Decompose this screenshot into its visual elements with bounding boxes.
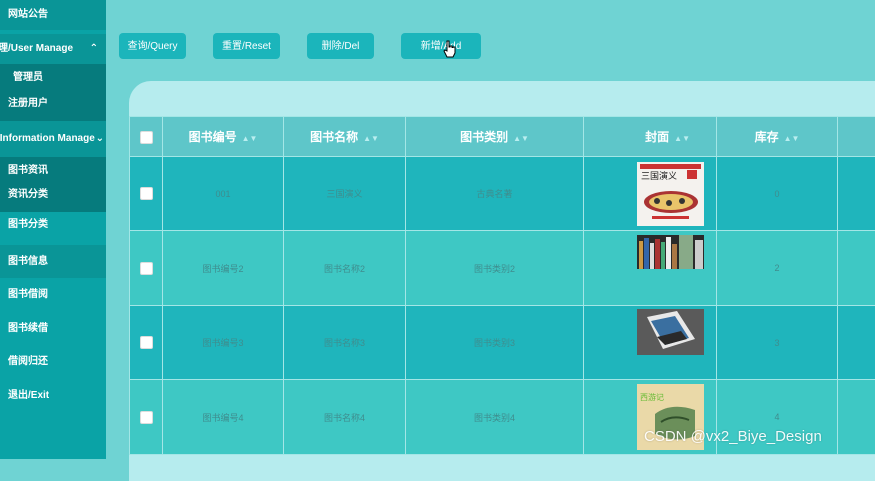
book-cover-title: 三国演义 xyxy=(641,170,677,182)
sidebar-item-logout[interactable]: 退出/Exit xyxy=(0,379,106,413)
stock-cell: 3 xyxy=(717,306,838,380)
row-select-cell xyxy=(130,157,163,231)
category-cell: 图书类别3 xyxy=(406,306,584,380)
header-name[interactable]: 图书名称▲▼ xyxy=(284,117,406,157)
sidebar: 网站公告 管理/User Manage ⌃ 管理员 注册用户 /Informat… xyxy=(0,0,106,459)
code-cell: 图书编号3 xyxy=(163,306,284,380)
sidebar-item-book-news[interactable]: 图书资讯 xyxy=(0,157,106,184)
book-cover-image xyxy=(637,235,704,269)
book-cover-image: 三国演义 xyxy=(637,162,704,226)
row-checkbox[interactable] xyxy=(140,187,153,200)
sort-icon[interactable]: ▲▼ xyxy=(242,134,258,143)
header-cover[interactable]: 封面▲▼ xyxy=(584,117,717,157)
sidebar-item-borrow-return[interactable]: 借阅归还 xyxy=(0,345,106,379)
table-row[interactable]: 图书编号3 图书名称3 图书类别3 3 xyxy=(130,306,875,380)
extra-cell xyxy=(838,306,875,380)
name-cell: 图书名称2 xyxy=(284,231,406,306)
add-button[interactable]: 新增/Add xyxy=(401,33,481,59)
sort-icon[interactable]: ▲▼ xyxy=(784,134,800,143)
sidebar-item-announcement[interactable]: 网站公告 xyxy=(0,0,106,30)
header-select-all xyxy=(130,117,163,157)
code-cell: 图书编号4 xyxy=(163,380,284,455)
table-row[interactable]: 图书编号2 图书名称2 图书类别2 2 xyxy=(130,231,875,306)
table-panel: 图书编号▲▼ 图书名称▲▼ 图书类别▲▼ 封面▲▼ 库存▲▼ 001 三国演义 … xyxy=(129,81,875,481)
row-select-cell xyxy=(130,231,163,306)
extra-cell xyxy=(838,231,875,306)
watermark: CSDN @vx2_Biye_Design xyxy=(644,428,822,445)
chevron-up-icon: ⌃ xyxy=(90,34,98,64)
sidebar-item-book-borrow[interactable]: 图书借阅 xyxy=(0,278,106,312)
table-header-row: 图书编号▲▼ 图书名称▲▼ 图书类别▲▼ 封面▲▼ 库存▲▼ xyxy=(130,117,875,157)
delete-button[interactable]: 删除/Del xyxy=(307,33,374,59)
sort-icon[interactable]: ▲▼ xyxy=(363,134,379,143)
name-cell: 三国演义 xyxy=(284,157,406,231)
sidebar-item-admins[interactable]: 管理员 xyxy=(0,64,106,92)
row-checkbox[interactable] xyxy=(140,411,153,424)
chevron-down-icon: ⌄ xyxy=(96,121,104,157)
book-cover-image xyxy=(637,309,704,355)
header-stock[interactable]: 库存▲▼ xyxy=(717,117,838,157)
sidebar-group-user-manage[interactable]: 管理/User Manage ⌃ xyxy=(0,34,106,64)
hand-cursor-icon xyxy=(443,40,457,58)
header-category[interactable]: 图书类别▲▼ xyxy=(406,117,584,157)
sidebar-item-registered-users[interactable]: 注册用户 xyxy=(0,92,106,121)
extra-cell xyxy=(838,157,875,231)
sidebar-item-book-info[interactable]: 图书信息 xyxy=(0,245,106,278)
table-row[interactable]: 001 三国演义 古典名著 三国演义 0 xyxy=(130,157,875,231)
sort-icon[interactable]: ▲▼ xyxy=(674,134,690,143)
extra-cell xyxy=(838,380,875,455)
select-all-checkbox[interactable] xyxy=(140,131,153,144)
sidebar-group-information-manage[interactable]: /Information Manage ⌄ xyxy=(0,121,106,157)
row-select-cell xyxy=(130,306,163,380)
sort-icon[interactable]: ▲▼ xyxy=(513,134,529,143)
row-checkbox[interactable] xyxy=(140,262,153,275)
book-cover-title: 西游记 xyxy=(640,392,664,402)
row-select-cell xyxy=(130,380,163,455)
category-cell: 古典名著 xyxy=(406,157,584,231)
header-code[interactable]: 图书编号▲▼ xyxy=(163,117,284,157)
name-cell: 图书名称3 xyxy=(284,306,406,380)
code-cell: 001 xyxy=(163,157,284,231)
stock-cell: 0 xyxy=(717,157,838,231)
sidebar-item-book-renew[interactable]: 图书续借 xyxy=(0,312,106,345)
sidebar-item-news-category[interactable]: 资讯分类 xyxy=(0,184,106,212)
header-extra xyxy=(838,117,875,157)
stock-cell: 2 xyxy=(717,231,838,306)
sidebar-item-book-category[interactable]: 图书分类 xyxy=(0,212,106,245)
reset-button[interactable]: 重置/Reset xyxy=(213,33,280,59)
cover-cell xyxy=(584,306,717,380)
category-cell: 图书类别4 xyxy=(406,380,584,455)
row-checkbox[interactable] xyxy=(140,336,153,349)
query-button[interactable]: 查询/Query xyxy=(119,33,186,59)
cover-cell xyxy=(584,231,717,306)
name-cell: 图书名称4 xyxy=(284,380,406,455)
cover-cell: 三国演义 xyxy=(584,157,717,231)
book-table: 图书编号▲▼ 图书名称▲▼ 图书类别▲▼ 封面▲▼ 库存▲▼ 001 三国演义 … xyxy=(129,116,875,455)
category-cell: 图书类别2 xyxy=(406,231,584,306)
code-cell: 图书编号2 xyxy=(163,231,284,306)
